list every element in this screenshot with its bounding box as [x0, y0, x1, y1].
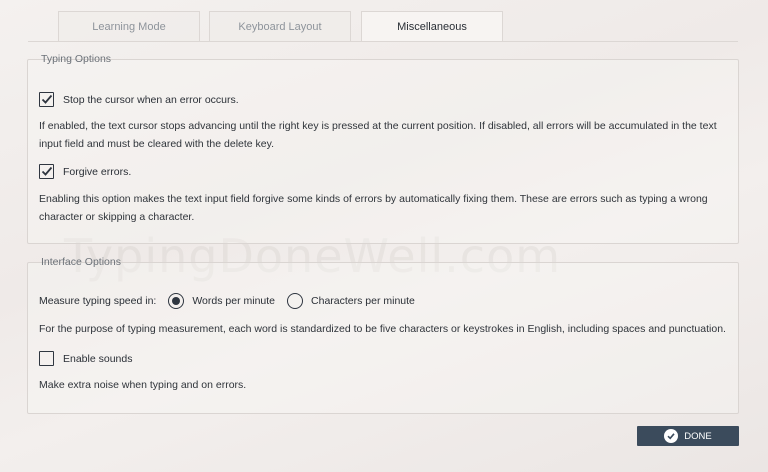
enable-sounds-option[interactable]: Enable sounds [39, 351, 132, 366]
stop-cursor-option[interactable]: Stop the cursor when an error occurs. [39, 92, 239, 107]
speed-unit-row: Measure typing speed in: Words per minut… [39, 293, 415, 309]
words-per-minute-radio[interactable] [168, 293, 185, 309]
characters-per-minute-label[interactable]: Characters per minute [311, 295, 415, 307]
enable-sounds-checkbox[interactable] [39, 351, 54, 366]
forgive-errors-description: Enabling this option makes the text inpu… [39, 193, 708, 223]
checkmark-icon [41, 94, 53, 104]
forgive-errors-checkbox[interactable] [39, 164, 54, 179]
typing-options-legend: Typing Options [41, 53, 112, 65]
characters-per-minute-radio[interactable] [287, 293, 304, 309]
typing-options-group: Typing Options Stop the cursor when an e… [27, 53, 739, 244]
done-label: DONE [684, 430, 712, 442]
enable-sounds-label: Enable sounds [63, 352, 133, 365]
words-per-minute-label[interactable]: Words per minute [192, 295, 275, 307]
stop-cursor-checkbox[interactable] [39, 92, 54, 107]
interface-options-group: Interface Options Measure typing speed i… [27, 256, 739, 414]
checkmark-icon [41, 166, 53, 176]
tab-divider [28, 41, 738, 42]
enable-sounds-description: Make extra noise when typing and on erro… [39, 379, 247, 391]
radio-selected-dot [172, 297, 181, 305]
done-button[interactable]: DONE [637, 426, 739, 446]
forgive-errors-option[interactable]: Forgive errors. [39, 164, 131, 179]
forgive-errors-label: Forgive errors. [63, 165, 132, 178]
tab-learning-mode[interactable]: Learning Mode [58, 11, 200, 42]
tab-miscellaneous[interactable]: Miscellaneous [361, 11, 503, 42]
tab-keyboard-layout[interactable]: Keyboard Layout [209, 11, 351, 42]
interface-options-legend: Interface Options [41, 256, 121, 268]
stop-cursor-description: If enabled, the text cursor stops advanc… [39, 120, 717, 150]
speed-unit-label: Measure typing speed in: [39, 295, 157, 307]
stop-cursor-label: Stop the cursor when an error occurs. [63, 93, 239, 106]
check-circle-icon [664, 429, 679, 443]
speed-unit-description: For the purpose of typing measurement, e… [39, 323, 726, 335]
